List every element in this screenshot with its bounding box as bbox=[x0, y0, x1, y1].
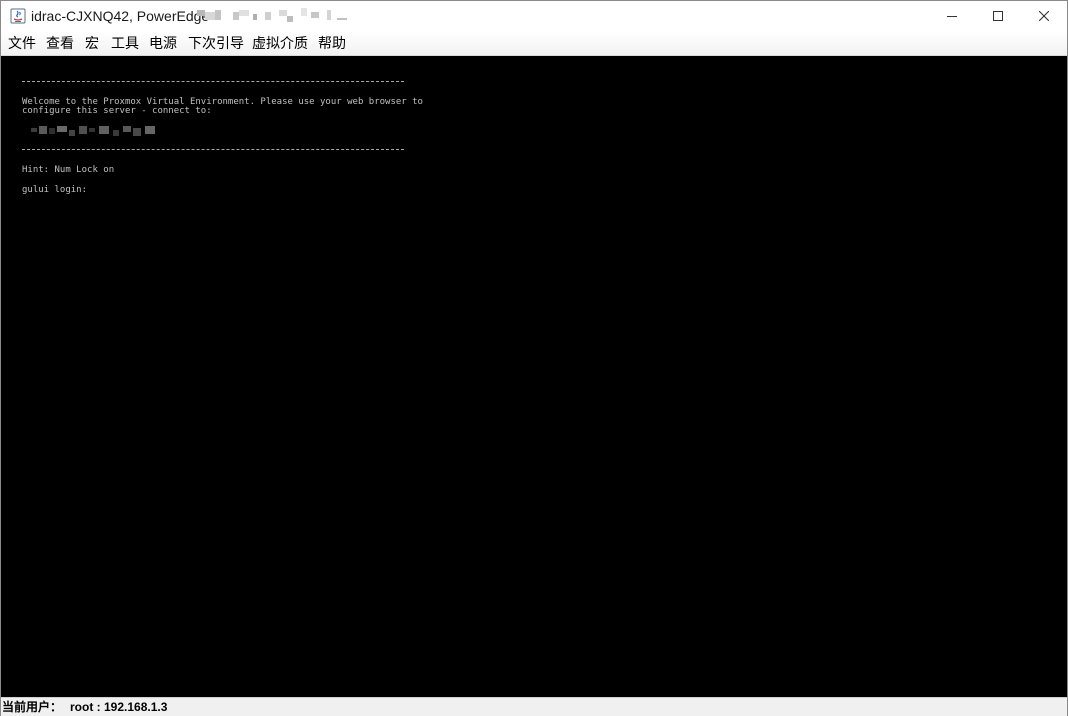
minimize-icon bbox=[947, 16, 957, 17]
console-separator-top bbox=[22, 81, 404, 82]
java-app-icon bbox=[10, 8, 26, 24]
kvm-viewer-window: idrac-CJXNQ42, PowerEdge 文件 查看 宏 工具 电源 下… bbox=[0, 0, 1068, 716]
menu-tools[interactable]: 工具 bbox=[111, 35, 139, 51]
menu-power[interactable]: 电源 bbox=[149, 35, 177, 51]
menu-view[interactable]: 查看 bbox=[46, 35, 74, 51]
menu-next-boot[interactable]: 下次引导 bbox=[188, 35, 244, 51]
menu-macros[interactable]: 宏 bbox=[85, 35, 99, 51]
console-configure-line: configure this server - connect to: bbox=[22, 106, 212, 116]
menu-file[interactable]: 文件 bbox=[8, 35, 36, 51]
status-bar: 当前用户： root : 192.168.1.3 bbox=[1, 697, 1067, 716]
menu-virtual-media[interactable]: 虚拟介质 bbox=[252, 35, 308, 51]
window-title: idrac-CJXNQ42, PowerEdge bbox=[31, 8, 210, 24]
redacted-url-region bbox=[31, 126, 155, 136]
redacted-pixelated-region bbox=[197, 8, 347, 22]
menu-bar: 文件 查看 宏 工具 电源 下次引导 虚拟介质 帮助 bbox=[1, 31, 1067, 56]
title-bar[interactable]: idrac-CJXNQ42, PowerEdge bbox=[1, 1, 1067, 31]
close-icon bbox=[1039, 11, 1049, 21]
remote-console-screen[interactable]: Welcome to the Proxmox Virtual Environme… bbox=[1, 56, 1067, 697]
console-hint-line: Hint: Num Lock on bbox=[22, 165, 115, 175]
console-separator-bottom bbox=[22, 149, 404, 150]
current-user-value: root : 192.168.1.3 bbox=[70, 700, 168, 714]
menu-help[interactable]: 帮助 bbox=[318, 35, 346, 51]
maximize-icon bbox=[993, 11, 1003, 21]
minimize-button[interactable] bbox=[929, 1, 975, 31]
console-login-prompt: gului login: bbox=[22, 185, 88, 195]
maximize-button[interactable] bbox=[975, 1, 1021, 31]
current-user-label: 当前用户： bbox=[2, 700, 63, 714]
close-button[interactable] bbox=[1021, 1, 1067, 31]
